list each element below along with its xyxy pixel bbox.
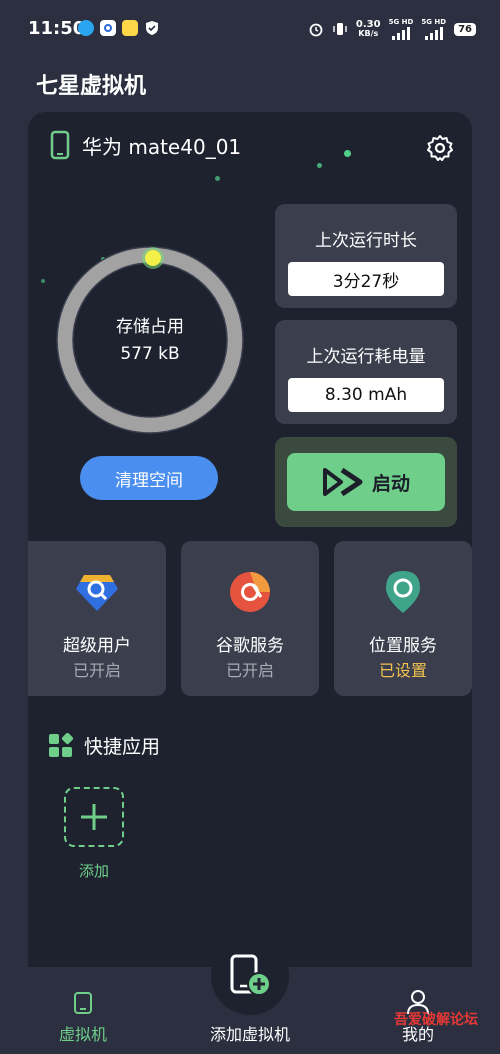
nav-item-virtual-machine[interactable]: 虚拟机 — [13, 967, 153, 1054]
vibrate-icon — [333, 23, 347, 35]
super-user-icon — [74, 569, 120, 615]
play-icon — [322, 467, 363, 497]
feature-status: 已设置 — [378, 661, 427, 680]
qq-icon — [78, 20, 94, 36]
quick-apps-title: 快捷应用 — [84, 736, 161, 758]
nav-label: 添加虚拟机 — [209, 1025, 290, 1044]
net-speed-unit: KB/s — [358, 29, 379, 38]
feature-status: 已开启 — [72, 661, 121, 680]
nav-item-add-vm[interactable]: 添加虚拟机 — [180, 967, 320, 1054]
start-panel: 启动 — [275, 437, 457, 527]
feature-location-service[interactable]: 位置服务 已设置 — [334, 541, 472, 696]
location-service-icon — [380, 569, 426, 615]
battery-indicator: 76 — [454, 22, 476, 36]
app-notification-icon — [122, 20, 138, 36]
nav-label: 虚拟机 — [58, 1025, 107, 1044]
feature-super-user[interactable]: 超级用户 已开启 — [28, 541, 166, 696]
notification-icons — [78, 20, 160, 36]
virtual-machine-icon — [74, 992, 92, 1014]
signal-icon — [424, 26, 443, 40]
last-power-label: 上次运行耗电量 — [306, 347, 426, 367]
app-notification-icon — [100, 20, 116, 36]
gear-icon[interactable] — [426, 134, 454, 166]
bottom-nav: 虚拟机 添加虚拟机 我的 吾爱破解论坛 — [0, 937, 500, 1054]
particle-dot — [317, 163, 322, 168]
storage-value: 577 kB — [120, 344, 180, 364]
quick-apps-header: 快捷应用 — [48, 732, 160, 759]
status-time: 11:50 — [28, 18, 86, 39]
particle-dot — [215, 176, 220, 181]
last-runtime-value: 3分27秒 — [288, 262, 444, 296]
storage-ring: 存储占用 577 kB — [56, 246, 244, 434]
sim2-label: 5G HD — [421, 18, 447, 26]
add-quick-app-label: 添加 — [78, 862, 109, 880]
start-label: 启动 — [371, 472, 410, 495]
clean-space-button[interactable]: 清理空间 — [80, 456, 218, 500]
grid-apps-icon — [49, 732, 74, 757]
storage-label: 存储占用 — [116, 317, 184, 337]
last-power-value: 8.30 mAh — [288, 378, 444, 412]
particle-dot — [344, 150, 351, 157]
google-service-icon — [227, 569, 273, 615]
feature-status: 已开启 — [225, 661, 274, 680]
sim1-signal: 5G HD — [388, 18, 414, 40]
feature-title: 谷歌服务 — [216, 636, 284, 656]
alarm-icon — [309, 23, 323, 37]
signal-icon — [391, 26, 410, 40]
feature-title: 位置服务 — [369, 636, 437, 656]
net-speed-value: 0.30 — [355, 19, 381, 30]
last-runtime-card: 上次运行时长 3分27秒 — [275, 204, 457, 308]
watermark: 吾爱破解论坛 — [394, 1012, 478, 1028]
shield-icon — [144, 20, 160, 36]
add-quick-app-button[interactable] — [64, 787, 124, 847]
particle-dot — [41, 279, 45, 283]
device-header: 华为 mate40_01 — [50, 130, 241, 160]
device-name: 华为 mate40_01 — [82, 134, 242, 159]
feature-google-service[interactable]: 谷歌服务 已开启 — [181, 541, 319, 696]
status-bar: 11:50 0.30 KB/s 5G HD 5G HD 76 — [0, 0, 500, 60]
last-power-card: 上次运行耗电量 8.30 mAh — [275, 320, 457, 424]
sim2-signal: 5G HD — [421, 18, 446, 40]
status-right: 0.30 KB/s 5G HD 5G HD 76 — [308, 18, 476, 40]
plus-icon — [81, 804, 107, 830]
last-runtime-label: 上次运行时长 — [315, 231, 417, 251]
sim1-label: 5G HD — [388, 18, 414, 26]
page-title: 七星虚拟机 — [36, 74, 147, 99]
net-speed: 0.30 KB/s — [355, 19, 381, 39]
start-button[interactable]: 启动 — [287, 453, 445, 511]
phone-icon — [50, 130, 70, 160]
feature-title: 超级用户 — [63, 636, 131, 656]
